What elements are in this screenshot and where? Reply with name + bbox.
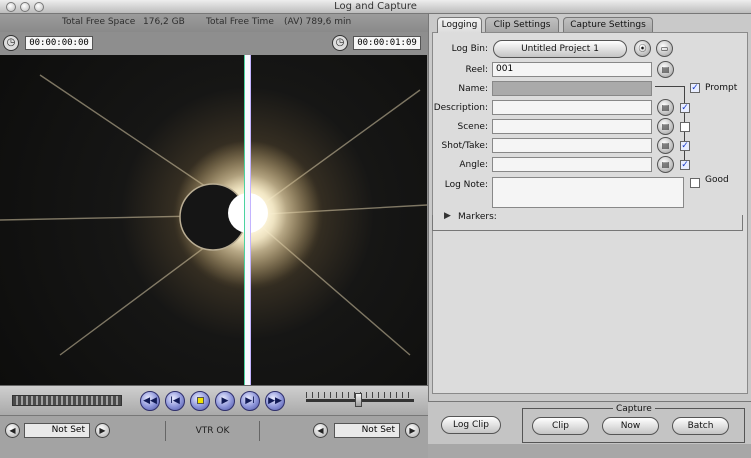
mark-in-icon[interactable]: ▶ (95, 423, 110, 438)
prompt-label: Prompt (705, 83, 738, 93)
scene-label: Scene: (457, 122, 488, 132)
zoom-window-button[interactable] (34, 2, 44, 12)
go-to-in-icon[interactable]: ◀ (5, 423, 20, 438)
stop-button[interactable] (190, 391, 210, 411)
tab-capture-settings[interactable]: Capture Settings (563, 17, 653, 33)
free-time-value: (AV) 789,6 min (284, 17, 352, 27)
title-bar: Log and Capture (0, 0, 751, 14)
eclipse-video-frame (0, 55, 427, 385)
angle-field[interactable] (492, 157, 652, 172)
timecode-row: ◷ 00:00:00:00 ◷ 00:00:01:09 (0, 32, 428, 54)
transport-controls: ◀◀ I◀ ▶ ▶I ▶▶ (0, 385, 428, 415)
reel-field[interactable]: 001 (492, 62, 652, 77)
shot-take-field[interactable] (492, 138, 652, 153)
shot-take-slate-icon[interactable]: ▤ (657, 137, 674, 154)
prompt-checkbox[interactable]: ✓ (690, 83, 700, 93)
mark-out-icon[interactable]: ◀ (313, 423, 328, 438)
tab-clip-settings[interactable]: Clip Settings (485, 17, 559, 33)
reel-slate-icon[interactable]: ▤ (657, 61, 674, 78)
name-label: Name: (458, 84, 488, 94)
scene-field[interactable] (492, 119, 652, 134)
stop-icon (196, 397, 204, 404)
angle-label: Angle: (459, 160, 488, 170)
free-space-label: Total Free Space (62, 17, 136, 27)
previous-edit-icon[interactable]: I◀ (165, 391, 185, 411)
clip-duration-timecode[interactable]: 00:00:00:00 (25, 36, 93, 50)
description-field[interactable] (492, 100, 652, 115)
capture-controls: Log Clip Capture Clip Now Batch (428, 401, 751, 444)
new-bin-icon[interactable]: ▭ (656, 40, 673, 57)
capture-batch-button[interactable]: Batch (672, 417, 729, 435)
out-point-field[interactable]: Not Set (334, 423, 400, 438)
markers-disclosure-icon[interactable]: ▶ (444, 211, 451, 221)
free-space-value: 176,2 GB (143, 17, 185, 27)
angle-checkbox[interactable]: ✓ (680, 160, 690, 170)
current-timecode-clock-icon: ◷ (332, 35, 348, 51)
reel-label: Reel: (465, 65, 488, 75)
close-window-button[interactable] (6, 2, 16, 12)
window-title: Log and Capture (334, 1, 417, 12)
play-icon[interactable]: ▶ (215, 391, 235, 411)
up-bin-icon[interactable]: ⦿ (634, 40, 651, 57)
shuttle-control[interactable] (12, 395, 122, 406)
in-point-field[interactable]: Not Set (24, 423, 90, 438)
good-checkbox[interactable] (690, 178, 700, 188)
description-slate-icon[interactable]: ▤ (657, 99, 674, 116)
tab-logging[interactable]: Logging (437, 17, 482, 33)
name-field[interactable] (492, 81, 652, 96)
markers-label: Markers: (458, 212, 497, 222)
description-label: Description: (433, 103, 488, 113)
minimize-window-button[interactable] (20, 2, 30, 12)
next-edit-icon[interactable]: ▶I (240, 391, 260, 411)
marking-controls: ◀ Not Set ▶ VTR OK ◀ Not Set ▶ (0, 415, 428, 458)
clip-duration-clock-icon: ◷ (3, 35, 19, 51)
go-to-out-icon[interactable]: ▶ (405, 423, 420, 438)
log-clip-button[interactable]: Log Clip (441, 416, 501, 434)
capture-clip-button[interactable]: Clip (532, 417, 589, 435)
info-bar: Total Free Space 176,2 GB Total Free Tim… (0, 14, 428, 32)
log-bin-label: Log Bin: (451, 44, 488, 54)
capture-title: Capture (613, 404, 655, 414)
rewind-icon[interactable]: ◀◀ (140, 391, 160, 411)
tab-bar: Logging Clip Settings Capture Settings (437, 17, 747, 33)
shot-take-label: Shot/Take: (441, 141, 488, 151)
scene-slate-icon[interactable]: ▤ (657, 118, 674, 135)
angle-slate-icon[interactable]: ▤ (657, 156, 674, 173)
log-note-label: Log Note: (444, 180, 488, 190)
video-preview (0, 55, 427, 385)
free-time-label: Total Free Time (206, 17, 274, 27)
description-checkbox[interactable]: ✓ (680, 103, 690, 113)
good-label: Good (705, 175, 729, 185)
prompt-connector-line (655, 86, 684, 87)
fast-forward-icon[interactable]: ▶▶ (265, 391, 285, 411)
capture-now-button[interactable]: Now (602, 417, 659, 435)
scene-checkbox[interactable] (680, 122, 690, 132)
shot-take-checkbox[interactable]: ✓ (680, 141, 690, 151)
preview-pane: Total Free Space 176,2 GB Total Free Tim… (0, 14, 428, 458)
vtr-status: VTR OK (165, 421, 260, 441)
log-bin-button[interactable]: Untitled Project 1 (493, 40, 627, 58)
log-note-field[interactable] (492, 177, 684, 208)
jog-slider-handle[interactable] (355, 393, 362, 407)
